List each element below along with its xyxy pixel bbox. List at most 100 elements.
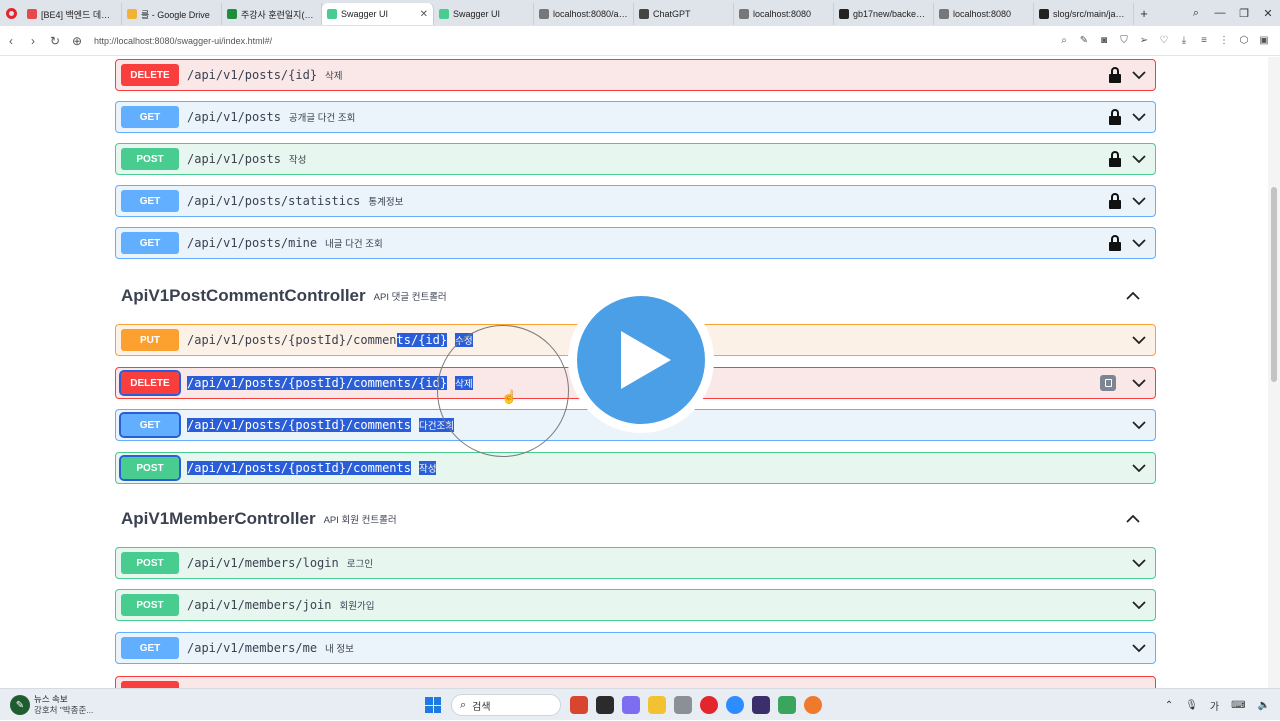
back-icon[interactable]: ‹ — [0, 34, 22, 48]
operation-desc: 로그인 — [346, 559, 373, 570]
notepad-icon[interactable] — [778, 696, 796, 714]
app-icon[interactable] — [674, 696, 692, 714]
operation-post-posts[interactable]: POST /api/v1/posts 작성 — [115, 143, 1156, 175]
chevron-down-icon[interactable] — [1132, 333, 1146, 347]
tab-favicon-icon — [539, 9, 549, 19]
tab-label: 를 - Google Drive — [141, 9, 210, 20]
operation-desc: 작성 — [288, 155, 307, 166]
zoom-icon[interactable]: ⌕ — [1054, 35, 1074, 46]
chevron-down-icon[interactable] — [1132, 236, 1146, 250]
lock-icon[interactable] — [1108, 151, 1122, 167]
zoom-app-icon[interactable] — [726, 696, 744, 714]
tab-close-icon[interactable]: ✕ — [416, 9, 428, 20]
operation-delete-post[interactable]: DELETE /api/v1/posts/{id} 삭제 — [115, 59, 1156, 91]
file-explorer-icon[interactable] — [648, 696, 666, 714]
forward-icon[interactable]: › — [22, 34, 44, 48]
ime-icon[interactable]: 가 — [1210, 698, 1219, 713]
chevron-up-icon[interactable] — [1125, 514, 1141, 524]
copy-icon[interactable] — [1100, 375, 1116, 391]
chevron-down-icon[interactable] — [1132, 598, 1146, 612]
task-view-icon[interactable] — [596, 696, 614, 714]
url-field[interactable]: http://localhost:8080/swagger-ui/index.h… — [88, 36, 1054, 46]
operation-post-comment[interactable]: POST /api/v1/posts/{postId}/comments 작성 — [115, 452, 1156, 484]
operation-get-posts[interactable]: GET /api/v1/posts 공개글 다건 조회 — [115, 101, 1156, 133]
browser-tab[interactable]: 주강사 훈련일지(장희 — [222, 3, 322, 25]
app-icon[interactable] — [570, 696, 588, 714]
sidebar-icon[interactable]: ▣ — [1254, 35, 1274, 46]
method-badge: POST — [121, 148, 179, 170]
speaker-icon[interactable]: 🔈 — [1258, 700, 1270, 711]
camera-icon[interactable]: ◙ — [1094, 35, 1114, 46]
browser-tab[interactable]: slog/src/main/java/co — [1034, 3, 1134, 25]
keyboard-icon[interactable]: ⌨ — [1231, 700, 1245, 711]
chevron-down-icon[interactable] — [1132, 194, 1146, 208]
section-header-member[interactable]: ApiV1MemberController API 회원 컨트롤러 — [121, 504, 1141, 534]
new-tab-button[interactable]: + — [1134, 6, 1154, 21]
start-menu-icon[interactable] — [425, 697, 441, 713]
download-icon[interactable]: ⤓ — [1174, 35, 1194, 46]
operation-post-login[interactable]: POST /api/v1/members/login 로그인 — [115, 547, 1156, 579]
reload-icon[interactable]: ↻ — [44, 34, 66, 48]
lock-icon[interactable] — [1108, 235, 1122, 251]
chevron-down-icon[interactable] — [1132, 556, 1146, 570]
opera-icon[interactable] — [700, 696, 718, 714]
search-placeholder: 검색 — [472, 701, 491, 713]
play-icon — [621, 331, 671, 389]
operation-get-mine[interactable]: GET /api/v1/posts/mine 내글 다건 조회 — [115, 227, 1156, 259]
chevron-up-icon[interactable]: ⌃ — [1165, 700, 1173, 711]
list-icon[interactable]: ≡ — [1194, 35, 1214, 46]
edit-icon[interactable]: ✎ — [1074, 35, 1094, 46]
page-scrollbar[interactable] — [1268, 57, 1280, 688]
method-badge: POST — [121, 594, 179, 616]
heart-icon[interactable]: ♡ — [1154, 35, 1174, 46]
chevron-down-icon[interactable] — [1132, 641, 1146, 655]
section-title: ApiV1PostCommentController — [121, 286, 366, 305]
method-badge: POST — [121, 552, 179, 574]
lock-icon[interactable] — [1108, 109, 1122, 125]
browser-tab[interactable]: localhost:8080/api/v1/ — [534, 3, 634, 25]
method-badge: PUT — [121, 329, 179, 351]
lock-icon[interactable] — [1108, 193, 1122, 209]
scroll-thumb[interactable] — [1271, 187, 1277, 382]
chevron-down-icon[interactable] — [1132, 376, 1146, 390]
method-badge: GET — [121, 637, 179, 659]
operation-partial[interactable] — [115, 676, 1156, 688]
chevron-down-icon[interactable] — [1132, 152, 1146, 166]
browser-tab[interactable]: localhost:8080 — [934, 3, 1034, 25]
send-icon[interactable]: ➢ — [1134, 35, 1154, 46]
lock-icon[interactable] — [1108, 67, 1122, 83]
operation-get-statistics[interactable]: GET /api/v1/posts/statistics 통계정보 — [115, 185, 1156, 217]
chevron-down-icon[interactable] — [1132, 68, 1146, 82]
minimize-icon[interactable]: — — [1208, 7, 1232, 19]
close-window-icon[interactable]: ✕ — [1256, 7, 1280, 20]
browser-logo-icon[interactable] — [0, 0, 22, 26]
tab-favicon-icon — [839, 9, 849, 19]
taskbar-search[interactable]: ⌕ 검색 — [451, 694, 561, 716]
video-play-button[interactable] — [568, 287, 714, 433]
menu-icon[interactable]: ⋮ — [1214, 35, 1234, 46]
operation-post-join[interactable]: POST /api/v1/members/join 회원가입 — [115, 589, 1156, 621]
browser-tab[interactable]: Swagger UI ✕ — [322, 3, 434, 25]
browser-tab[interactable]: 를 - Google Drive — [122, 3, 222, 25]
browser-tab[interactable]: [BE4] 백엔드 데브코스 — [22, 3, 122, 25]
microphone-icon[interactable]: 🎙 — [1185, 700, 1198, 711]
chevron-down-icon[interactable] — [1132, 461, 1146, 475]
intellij-icon[interactable] — [752, 696, 770, 714]
method-badge: DELETE — [121, 64, 179, 86]
copilot-icon[interactable] — [622, 696, 640, 714]
search-tabs-icon[interactable]: ⌕ — [1184, 7, 1208, 20]
app-icon[interactable] — [804, 696, 822, 714]
browser-tab[interactable]: localhost:8080 — [734, 3, 834, 25]
operation-get-me[interactable]: GET /api/v1/members/me 내 정보 — [115, 632, 1156, 664]
news-widget[interactable]: ✎ 뉴스 속보 강호처 "박종준... — [10, 689, 93, 721]
browser-tab[interactable]: Swagger UI — [434, 3, 534, 25]
browser-tab[interactable]: gb17new/backend/s — [834, 3, 934, 25]
chevron-down-icon[interactable] — [1132, 418, 1146, 432]
shield-icon[interactable]: ⛉ — [1114, 35, 1134, 46]
maximize-icon[interactable]: ❐ — [1232, 7, 1256, 20]
browser-tab[interactable]: ChatGPT — [634, 3, 734, 25]
chevron-down-icon[interactable] — [1132, 110, 1146, 124]
site-info-icon[interactable]: ⊕ — [66, 34, 88, 48]
extension-icon[interactable]: ⬡ — [1234, 35, 1254, 46]
chevron-up-icon[interactable] — [1125, 291, 1141, 301]
